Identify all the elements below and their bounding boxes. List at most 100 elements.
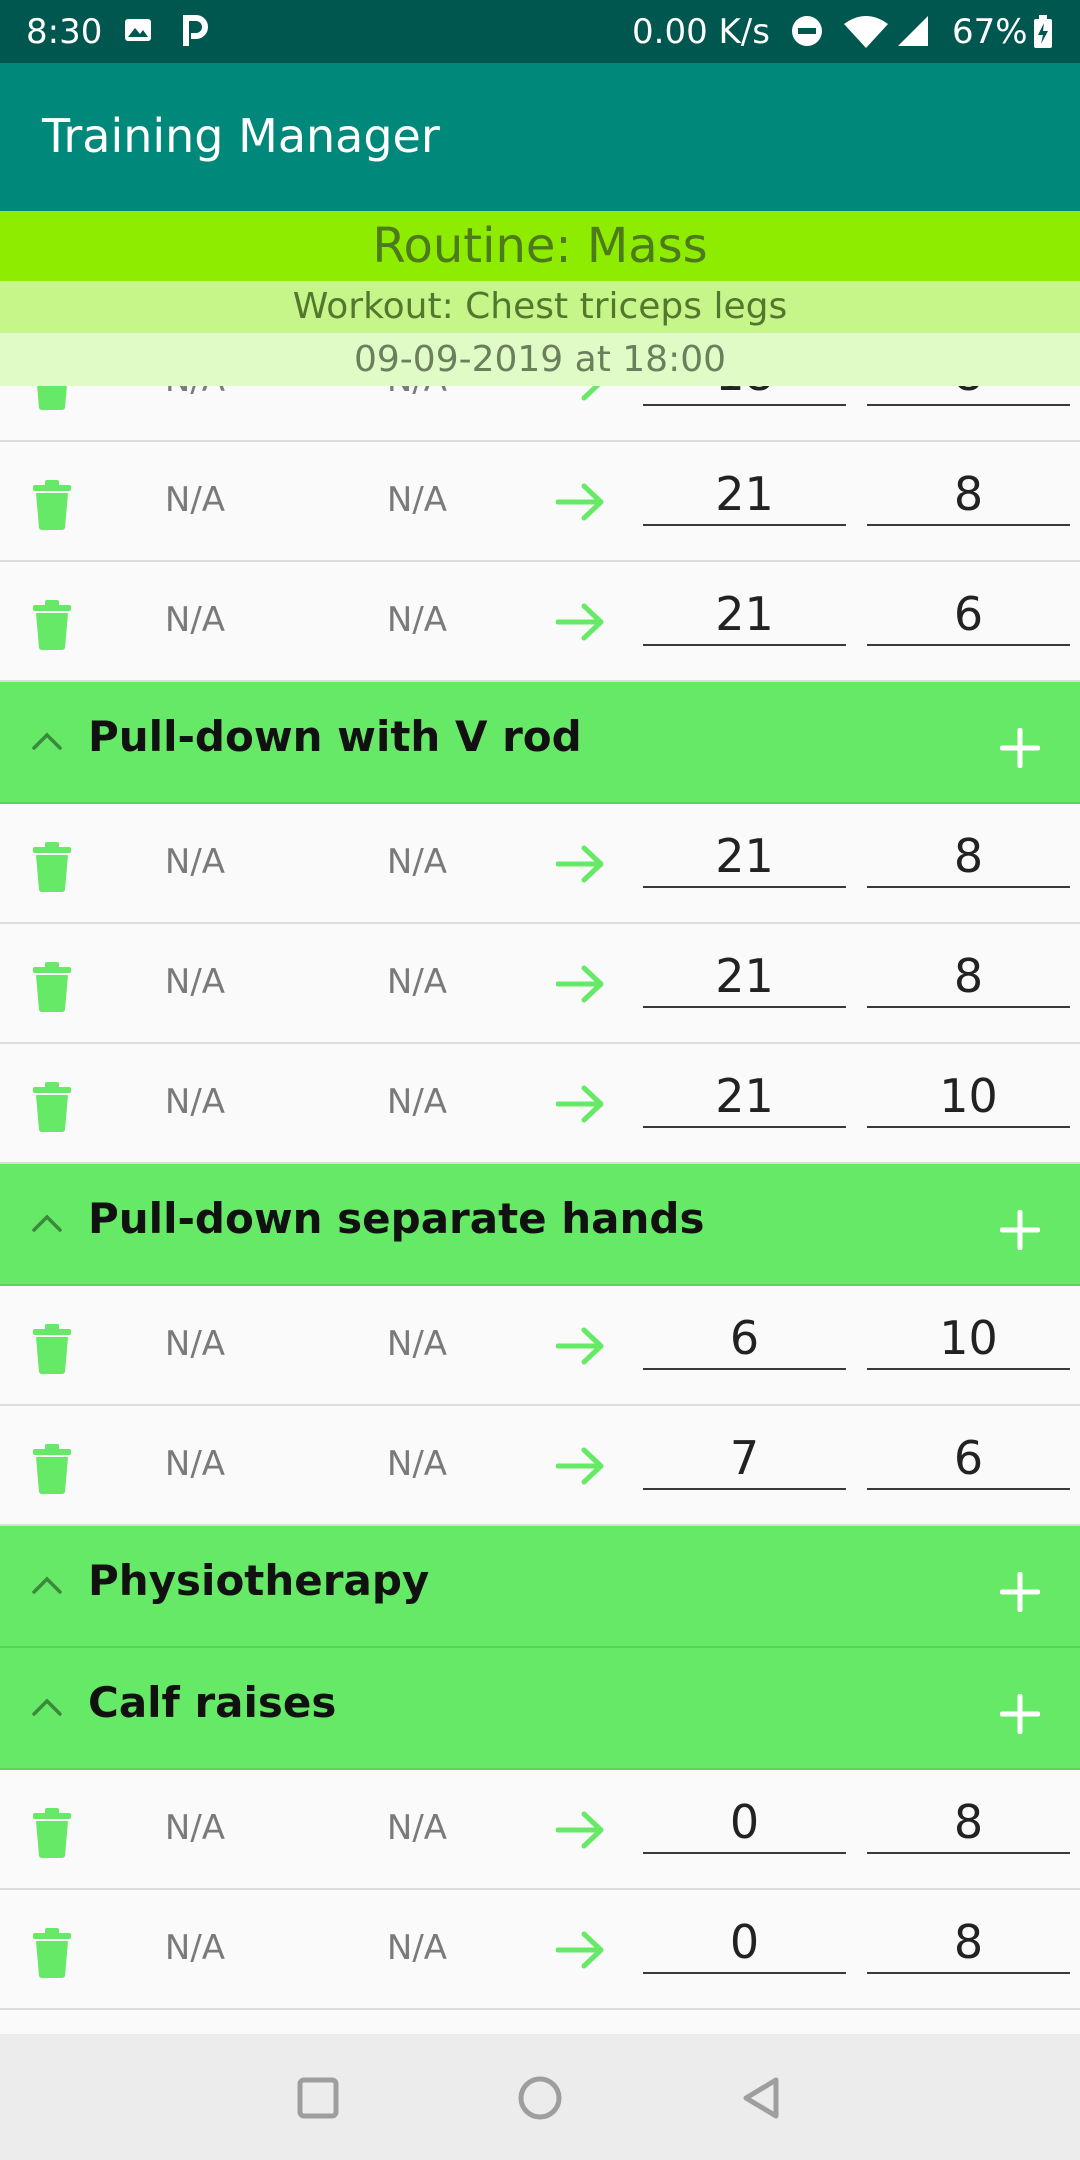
weight-input[interactable]: 21	[643, 826, 846, 888]
exercise-title: Calf raises	[88, 1678, 337, 1727]
previous-reps: N/A	[386, 842, 448, 882]
exercise-title: Physiotherapy	[88, 1556, 430, 1605]
reps-input[interactable]: 8	[867, 1912, 1070, 1974]
previous-weight: N/A	[164, 1324, 226, 1364]
add-set-icon[interactable]	[1000, 728, 1040, 768]
previous-reps: N/A	[386, 1082, 448, 1122]
previous-reps: N/A	[347, 386, 487, 400]
reps-input[interactable]: 8	[867, 946, 1070, 1008]
previous-reps: N/A	[386, 480, 448, 520]
app-bar: Training Manager	[0, 63, 1080, 211]
arrow-right-icon	[581, 386, 601, 401]
delete-icon[interactable]	[33, 1444, 71, 1494]
battery-percent: 67%	[952, 12, 1028, 52]
delete-icon[interactable]	[33, 1808, 71, 1858]
delete-icon[interactable]	[33, 480, 71, 530]
chevron-up-icon[interactable]	[30, 1696, 64, 1718]
exercise-title: Pull-down with V rod	[88, 712, 582, 761]
previous-weight: N/A	[164, 842, 226, 882]
do-not-disturb-icon	[792, 16, 822, 46]
set-row: N/A N/A 21 8	[0, 804, 1080, 924]
home-icon[interactable]	[510, 2068, 570, 2128]
cell-signal-icon	[898, 16, 928, 46]
arrow-right-icon	[556, 1327, 604, 1365]
reps-input[interactable]: 8	[867, 826, 1070, 888]
previous-reps: N/A	[386, 1324, 448, 1364]
arrow-right-icon	[556, 1085, 604, 1123]
network-speed: 0.00 K/s	[632, 12, 770, 52]
previous-weight: N/A	[164, 600, 226, 640]
back-icon[interactable]	[732, 2068, 792, 2128]
arrow-right-icon	[556, 603, 604, 641]
exercise-group-header[interactable]: Pull-down separate hands	[0, 1164, 1080, 1286]
wifi-icon	[844, 16, 888, 48]
weight-input[interactable]: 0	[643, 1912, 846, 1974]
workout-date: 09-09-2019 at 18:00	[0, 333, 1080, 386]
delete-icon[interactable]	[33, 1928, 71, 1978]
set-row: N/A N/A 7 6	[0, 1406, 1080, 1526]
set-row: N/A N/A 21 8	[0, 924, 1080, 1044]
navigation-bar	[0, 2034, 1080, 2160]
previous-weight: N/A	[164, 480, 226, 520]
app-title: Training Manager	[42, 109, 440, 163]
previous-weight: N/A	[164, 962, 226, 1002]
workout-header: Workout: Chest triceps legs	[0, 281, 1080, 333]
weight-input[interactable]: 21	[643, 464, 846, 526]
set-row: N/A N/A 0 8	[0, 1890, 1080, 2010]
status-time: 8:30	[26, 12, 103, 52]
previous-weight: N/A	[164, 1808, 226, 1848]
arrow-right-icon	[556, 1931, 604, 1969]
add-set-icon[interactable]	[1000, 1210, 1040, 1250]
weight-input[interactable]: 7	[643, 1428, 846, 1490]
exercise-group-header[interactable]: Pull-down with V rod	[0, 682, 1080, 804]
previous-reps: N/A	[386, 1808, 448, 1848]
exercise-group-header[interactable]: Physiotherapy	[0, 1526, 1080, 1648]
chevron-up-icon[interactable]	[30, 730, 64, 752]
arrow-right-icon	[556, 1447, 604, 1485]
weight-input[interactable]: 18	[643, 386, 846, 406]
exercise-group-header[interactable]: Calf raises	[0, 1648, 1080, 1770]
image-notification-icon	[125, 19, 151, 41]
recents-icon[interactable]	[288, 2068, 348, 2128]
parking-notification-icon	[183, 15, 208, 46]
exercise-list-inner: N/A N/A 18 8 N/A N/A 21 8 N/A N/A 21 6 P…	[0, 386, 1080, 2010]
arrow-right-icon	[556, 1811, 604, 1849]
set-row: N/A N/A 21 6	[0, 562, 1080, 682]
chevron-up-icon[interactable]	[30, 1212, 64, 1234]
exercise-title: Pull-down separate hands	[88, 1194, 705, 1243]
weight-input[interactable]: 21	[643, 584, 846, 646]
arrow-right-icon	[556, 483, 604, 521]
previous-reps: N/A	[386, 1928, 448, 1968]
delete-icon[interactable]	[33, 600, 71, 650]
reps-input[interactable]: 6	[867, 584, 1070, 646]
delete-icon[interactable]	[33, 1082, 71, 1132]
exercise-list[interactable]: N/A N/A 18 8 N/A N/A 21 8 N/A N/A 21 6 P…	[0, 386, 1080, 2034]
weight-input[interactable]: 0	[643, 1792, 846, 1854]
routine-header: Routine: Mass	[0, 211, 1080, 281]
add-set-icon[interactable]	[1000, 1572, 1040, 1612]
set-row: N/A N/A 6 10	[0, 1286, 1080, 1406]
status-bar: 8:30 0.00 K/s 67%	[0, 0, 1080, 63]
previous-reps: N/A	[386, 962, 448, 1002]
reps-input[interactable]: 10	[867, 1066, 1070, 1128]
set-row: N/A N/A 0 8	[0, 1770, 1080, 1890]
previous-reps: N/A	[386, 1444, 448, 1484]
weight-input[interactable]: 21	[643, 1066, 846, 1128]
reps-input[interactable]: 10	[867, 1308, 1070, 1370]
delete-icon[interactable]	[33, 842, 71, 892]
previous-weight: N/A	[164, 1082, 226, 1122]
set-row: N/A N/A 21 8	[0, 442, 1080, 562]
reps-input[interactable]: 8	[867, 464, 1070, 526]
battery-charging-icon	[1034, 15, 1052, 48]
reps-input[interactable]: 8	[867, 386, 1070, 406]
reps-input[interactable]: 6	[867, 1428, 1070, 1490]
delete-icon[interactable]	[33, 962, 71, 1012]
previous-weight: N/A	[125, 386, 265, 400]
chevron-up-icon[interactable]	[30, 1574, 64, 1596]
delete-icon[interactable]	[33, 1324, 71, 1374]
weight-input[interactable]: 21	[643, 946, 846, 1008]
weight-input[interactable]: 6	[643, 1308, 846, 1370]
add-set-icon[interactable]	[1000, 1694, 1040, 1734]
delete-icon[interactable]	[33, 386, 71, 410]
reps-input[interactable]: 8	[867, 1792, 1070, 1854]
